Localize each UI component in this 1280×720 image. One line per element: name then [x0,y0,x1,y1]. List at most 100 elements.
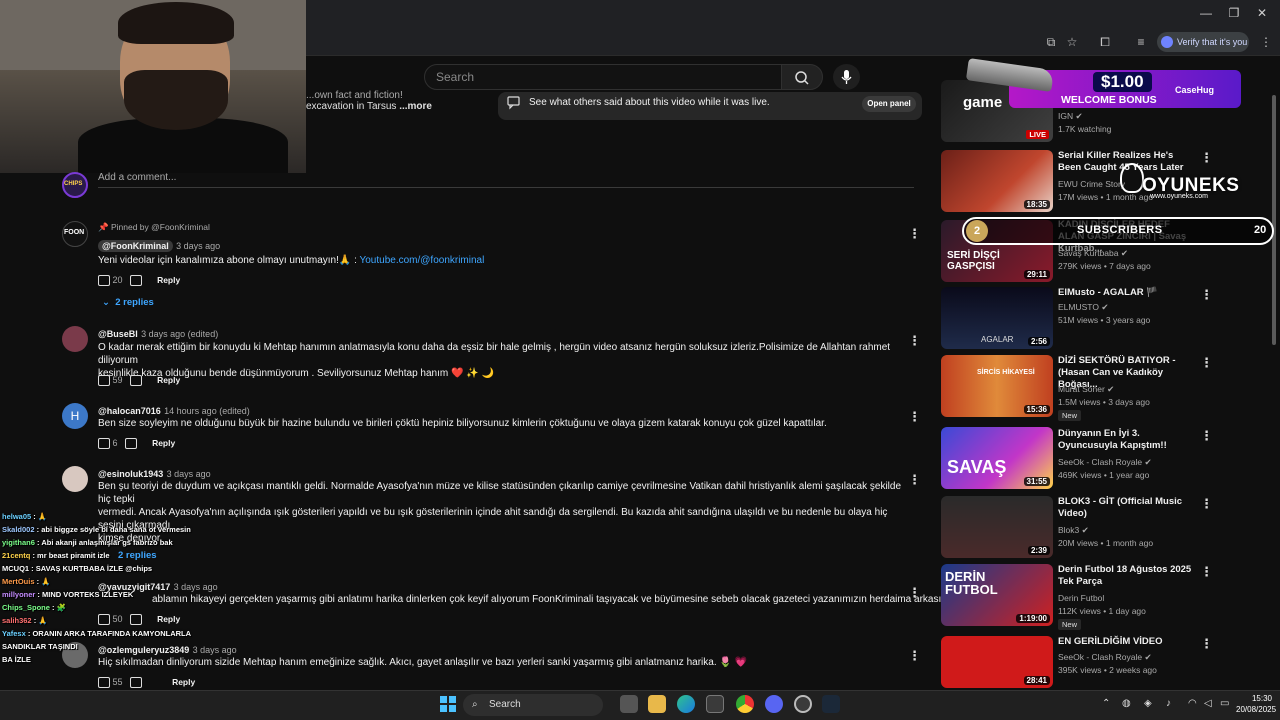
comment-avatar[interactable]: H [62,403,88,429]
sidebar-video-title[interactable]: ElMusto - AGALAR 🏴 [1058,287,1196,299]
chat-message: MCUQ1 : SAVAŞ KURTBABA İZLE @chips [2,564,152,573]
sidebar-video-title[interactable]: EN GERİLDİĞİM VİDEO [1058,636,1196,648]
dislike-icon[interactable] [125,438,138,450]
sidebar-thumbnail[interactable]: SİRCİS HİKAYESİ 15:36 [941,355,1053,417]
volume-icon[interactable]: ◁ [1204,698,1212,709]
promo-brand: CaseHug [1175,85,1215,95]
dislike-icon[interactable] [130,375,143,387]
comment-link[interactable]: Youtube.com/@foonkriminal [359,255,484,266]
comment-menu-icon[interactable]: ⋮ [908,648,921,664]
sidebar-thumbnail[interactable]: SAVAŞ 31:55 [941,427,1053,489]
sidebar-thumbnail[interactable]: DERİN FUTBOL 1:19:00 [941,564,1053,626]
video-menu-icon[interactable]: ⋮ [1200,496,1213,512]
reply-button[interactable]: Reply [157,275,180,285]
like-icon[interactable] [98,677,110,689]
comment-author[interactable]: @halocan7016 [98,406,161,416]
dislike-icon[interactable] [130,275,143,287]
sidebar-video-title[interactable]: Dünyanın En İyi 3. Oyuncusuyla Kapıştım!… [1058,428,1196,452]
like-icon[interactable] [98,375,110,387]
bookmark-star-icon[interactable]: ☆ [1064,34,1080,50]
reply-button[interactable]: Reply [172,677,195,687]
battery-icon[interactable]: ▭ [1220,698,1229,709]
video-menu-icon[interactable]: ⋮ [1200,287,1213,303]
add-comment-input[interactable]: Add a comment... [98,172,176,183]
view-replies-button[interactable]: ⌄ 2 replies [102,297,154,308]
tray-app-icon[interactable]: ◍ [1122,698,1131,709]
media-control-icon[interactable]: ≡ [1133,34,1149,50]
reply-button[interactable]: Reply [152,438,175,448]
description-more-link[interactable]: ...more [399,101,432,112]
comment-menu-icon[interactable]: ⋮ [908,472,921,488]
discord-icon[interactable] [765,695,783,713]
comment-author[interactable]: @FoonKriminal [98,240,173,252]
sidebar-thumbnail[interactable]: AGALAR 2:56 [941,287,1053,349]
sidebar-channel[interactable]: Savaş Kurtbaba ✔ [1058,248,1128,259]
tray-app-icon[interactable]: ◈ [1144,698,1152,709]
comment-avatar[interactable] [62,326,88,352]
video-menu-icon[interactable]: ⋮ [1200,564,1213,580]
comment-menu-icon[interactable]: ⋮ [908,226,921,242]
comment-menu-icon[interactable]: ⋮ [908,409,921,425]
taskbar-search[interactable]: ⌕ Search [463,694,603,716]
open-panel-button[interactable]: Open panel [862,96,916,112]
search-input[interactable]: Search [424,64,782,90]
voice-search-button[interactable] [833,64,860,90]
sidebar-channel[interactable]: Derin Futbol [1058,593,1104,603]
sidebar-channel[interactable]: SeeOk - Clash Royale ✔ [1058,457,1152,468]
verified-icon: ✔ [1144,652,1152,662]
comment-time[interactable]: 14 hours ago (edited) [164,406,250,416]
sidebar-channel[interactable]: IGN ✔ [1058,111,1083,122]
windows-start-icon[interactable] [440,696,456,712]
dislike-icon[interactable] [130,677,143,689]
obs-icon[interactable] [794,695,812,713]
task-view-icon[interactable] [620,695,638,713]
comment-author[interactable]: @esinoluk1943 [98,469,163,479]
verify-identity-button[interactable]: Verify that it's you [1157,32,1249,52]
extensions-icon[interactable]: ⧠ [1097,34,1113,50]
sidebar-channel[interactable]: ELMUSTO ✔ [1058,302,1108,313]
scrollbar[interactable] [1272,95,1276,345]
sidebar-channel[interactable]: Blok3 ✔ [1058,525,1089,536]
sidebar-thumbnail[interactable]: 28:41 [941,636,1053,688]
like-icon[interactable] [98,438,110,450]
file-explorer-icon[interactable] [648,695,666,713]
more-menu-icon[interactable]: ⋮ [1258,34,1274,50]
store-icon[interactable] [706,695,724,713]
comment-avatar[interactable] [62,466,88,492]
microphone-icon[interactable]: ♪ [1166,698,1171,709]
sidebar-video-title[interactable]: BLOK3 - GİT (Official Music Video) [1058,496,1196,520]
comment-menu-icon[interactable]: ⋮ [908,333,921,349]
close-icon[interactable]: ✕ [1252,6,1272,20]
video-menu-icon[interactable]: ⋮ [1200,150,1213,166]
comment-time[interactable]: 3 days ago [167,469,211,479]
search-button[interactable] [781,64,823,90]
tray-chevron-icon[interactable]: ⌃ [1102,698,1110,709]
thumbnail-text: SAVAŞ [947,457,1007,477]
sidebar-channel[interactable]: Murat Soner ✔ [1058,384,1114,395]
install-app-icon[interactable]: ⧉ [1043,34,1059,50]
chrome-icon[interactable] [736,695,754,713]
minimize-icon[interactable]: — [1196,6,1216,20]
comment-time[interactable]: 3 days ago [176,241,220,251]
sidebar-thumbnail[interactable]: 18:35 [941,150,1053,212]
like-icon[interactable] [98,275,110,287]
sidebar-video-title[interactable]: Derin Futbol 18 Ağustos 2025 Tek Parça [1058,564,1196,588]
comment-time[interactable]: 3 days ago (edited) [141,329,218,339]
sidebar-views: 17M views • 1 month ago [1058,192,1154,202]
reply-button[interactable]: Reply [157,375,180,385]
comment-menu-icon[interactable]: ⋮ [908,585,921,601]
user-avatar-label: CHIPS [64,181,83,187]
steam-icon[interactable] [822,695,840,713]
video-menu-icon[interactable]: ⋮ [1200,428,1213,444]
restore-icon[interactable]: ❐ [1224,6,1244,20]
sidebar-channel[interactable]: SeeOk - Clash Royale ✔ [1058,652,1152,663]
edge-icon[interactable] [677,695,695,713]
video-menu-icon[interactable]: ⋮ [1200,636,1213,652]
video-menu-icon[interactable]: ⋮ [1200,355,1213,371]
sidebar-channel[interactable]: EWU Crime Story [1058,179,1125,189]
comment-author[interactable]: @BuseBl [98,329,138,339]
sidebar-thumbnail[interactable]: 2:39 [941,496,1053,558]
comment-header: @BuseBl 3 days ago (edited) [98,326,218,340]
wifi-icon[interactable]: ◠ [1188,698,1197,709]
system-clock[interactable]: 15:30 20/08/2025 [1236,693,1276,715]
